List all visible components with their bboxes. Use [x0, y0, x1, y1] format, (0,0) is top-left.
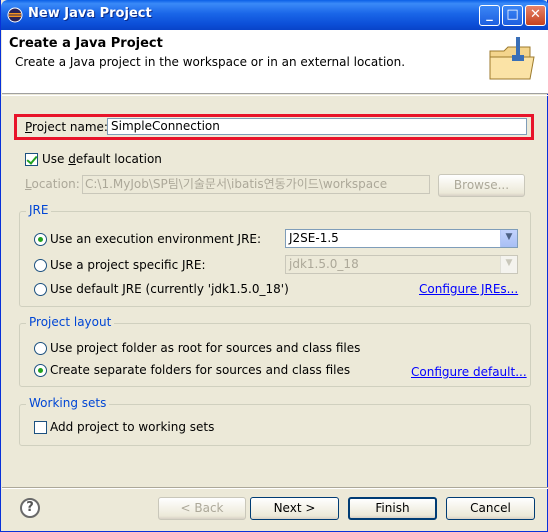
cancel-button[interactable]: Cancel — [446, 497, 535, 520]
new-java-project-dialog: New Java Project _ □ ✕ Create a Java Pro… — [0, 0, 548, 532]
specific-jre-label: Use a project specific JRE: — [50, 258, 206, 272]
title-bar[interactable]: New Java Project _ □ ✕ — [1, 0, 548, 30]
working-sets-group-title: Working sets — [26, 396, 110, 410]
exec-env-value: J2SE-1.5 — [289, 231, 339, 245]
eclipse-icon — [7, 7, 23, 23]
page-title: Create a Java Project — [9, 36, 163, 51]
header-divider — [2, 95, 548, 96]
exec-env-jre-label: Use an execution environment JRE: — [50, 232, 262, 246]
project-layout-group-title: Project layout — [26, 315, 115, 329]
help-icon: ? — [26, 500, 34, 515]
minimize-button[interactable]: _ — [479, 5, 500, 26]
add-to-working-sets-checkbox[interactable] — [34, 421, 47, 434]
footer-divider-highlight — [2, 488, 548, 489]
project-name-label: Project name: — [25, 120, 108, 134]
configure-default-link[interactable]: Configure default... — [411, 365, 527, 379]
use-default-location-checkbox[interactable] — [25, 153, 38, 166]
next-button[interactable]: Next > — [250, 497, 339, 520]
location-label: Location: — [25, 177, 80, 191]
specific-jre-value: jdk1.5.0_18 — [289, 257, 359, 271]
specific-jre-radio[interactable] — [34, 259, 47, 272]
wizard-header: Create a Java Project Create a Java proj… — [2, 30, 548, 94]
java-project-folder-icon — [489, 37, 535, 80]
minimize-icon: _ — [486, 7, 493, 22]
project-root-radio[interactable] — [34, 342, 47, 355]
default-jre-radio[interactable] — [34, 283, 47, 296]
default-jre-label: Use default JRE (currently 'jdk1.5.0_18'… — [50, 282, 289, 296]
chevron-down-icon: ▼ — [500, 256, 517, 273]
separate-folders-radio[interactable] — [34, 364, 47, 377]
chevron-down-icon: ▼ — [500, 230, 517, 247]
maximize-button[interactable]: □ — [502, 5, 523, 26]
help-button[interactable]: ? — [20, 498, 40, 518]
exec-env-select[interactable]: J2SE-1.5 ▼ — [285, 229, 518, 248]
window-title: New Java Project — [28, 6, 152, 21]
page-description: Create a Java project in the workspace o… — [15, 55, 406, 69]
use-default-location-label: Use default location — [42, 152, 162, 166]
close-button[interactable]: ✕ — [525, 5, 546, 26]
project-name-input[interactable]: SimpleConnection — [107, 118, 527, 135]
finish-button[interactable]: Finish — [348, 497, 437, 520]
jre-group-title: JRE — [26, 203, 52, 217]
project-root-label: Use project folder as root for sources a… — [50, 341, 361, 355]
maximize-icon: □ — [506, 7, 519, 22]
separate-folders-label: Create separate folders for sources and … — [50, 363, 351, 377]
back-button[interactable]: < Back — [158, 497, 246, 520]
specific-jre-select[interactable]: jdk1.5.0_18 ▼ — [285, 255, 518, 274]
browse-button[interactable]: Browse... — [438, 174, 525, 197]
add-to-working-sets-label: Add project to working sets — [50, 420, 215, 434]
close-icon: ✕ — [530, 7, 541, 22]
exec-env-jre-radio[interactable] — [34, 233, 47, 246]
configure-jres-link[interactable]: Configure JREs... — [419, 282, 518, 296]
location-path-input[interactable]: C:\1.MyJob\SP팀\기술문서\ibatis연동가이드\workspac… — [82, 175, 430, 194]
